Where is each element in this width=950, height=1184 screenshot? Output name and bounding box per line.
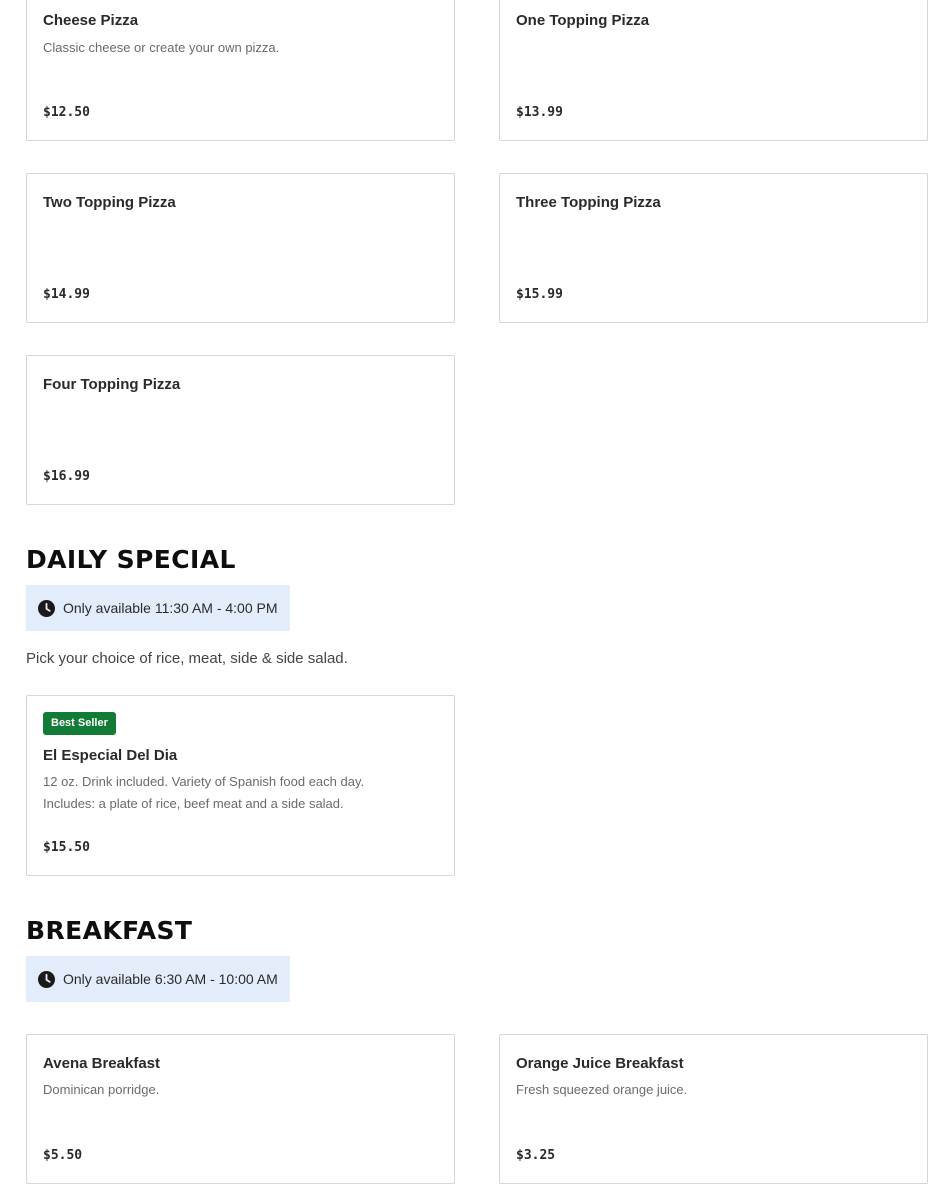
item-name: El Especial Del Dia <box>43 747 178 764</box>
item-name: One Topping Pizza <box>516 12 650 29</box>
availability-text: Only available 6:30 AM - 10:00 AM <box>63 971 278 987</box>
item-name: Orange Juice Breakfast <box>516 1055 684 1072</box>
menu-item-card[interactable]: Avena Breakfast Dominican porridge. $5.5… <box>26 1034 455 1184</box>
menu-item-card[interactable]: Three Topping Pizza $15.99 <box>499 173 928 323</box>
item-description: Fresh squeezed orange juice. <box>516 1082 688 1097</box>
availability-text: Only available 11:30 AM - 4:00 PM <box>63 600 278 616</box>
item-name: Cheese Pizza <box>43 12 139 29</box>
menu-item-card[interactable]: Four Topping Pizza $16.99 <box>26 355 455 505</box>
availability-banner: Only available 11:30 AM - 4:00 PM <box>26 585 290 631</box>
item-name: Three Topping Pizza <box>516 194 661 211</box>
item-description: Dominican porridge. <box>43 1082 160 1097</box>
item-price: $13.99 <box>516 105 563 120</box>
item-price: $16.99 <box>43 469 90 484</box>
item-price: $3.25 <box>516 1148 556 1163</box>
item-price: $14.99 <box>43 287 90 302</box>
section-title-breakfast: BREAKFAST <box>26 916 193 945</box>
menu-item-card[interactable]: Two Topping Pizza $14.99 <box>26 173 455 323</box>
menu-item-card[interactable]: Best Seller El Especial Del Dia 12 oz. D… <box>26 695 455 876</box>
clock-icon <box>38 599 55 617</box>
item-name: Four Topping Pizza <box>43 376 181 393</box>
menu-item-card[interactable]: Cheese Pizza Classic cheese or create yo… <box>26 0 455 141</box>
item-price: $15.99 <box>516 287 563 302</box>
item-name: Two Topping Pizza <box>43 194 176 211</box>
item-price: $15.50 <box>43 840 90 855</box>
menu-item-card[interactable]: Orange Juice Breakfast Fresh squeezed or… <box>499 1034 928 1184</box>
best-seller-badge: Best Seller <box>43 712 116 735</box>
item-name: Avena Breakfast <box>43 1055 161 1072</box>
clock-icon <box>38 970 55 988</box>
section-title-daily-special: DAILY SPECIAL <box>26 545 236 574</box>
item-price: $5.50 <box>43 1148 83 1163</box>
item-price: $12.50 <box>43 105 90 120</box>
section-description: Pick your choice of rice, meat, side & s… <box>26 650 348 667</box>
item-description: 12 oz. Drink included. Variety of Spanis… <box>43 774 365 811</box>
item-description: Classic cheese or create your own pizza. <box>43 40 280 55</box>
availability-banner: Only available 6:30 AM - 10:00 AM <box>26 956 290 1002</box>
menu-item-card[interactable]: One Topping Pizza $13.99 <box>499 0 928 141</box>
